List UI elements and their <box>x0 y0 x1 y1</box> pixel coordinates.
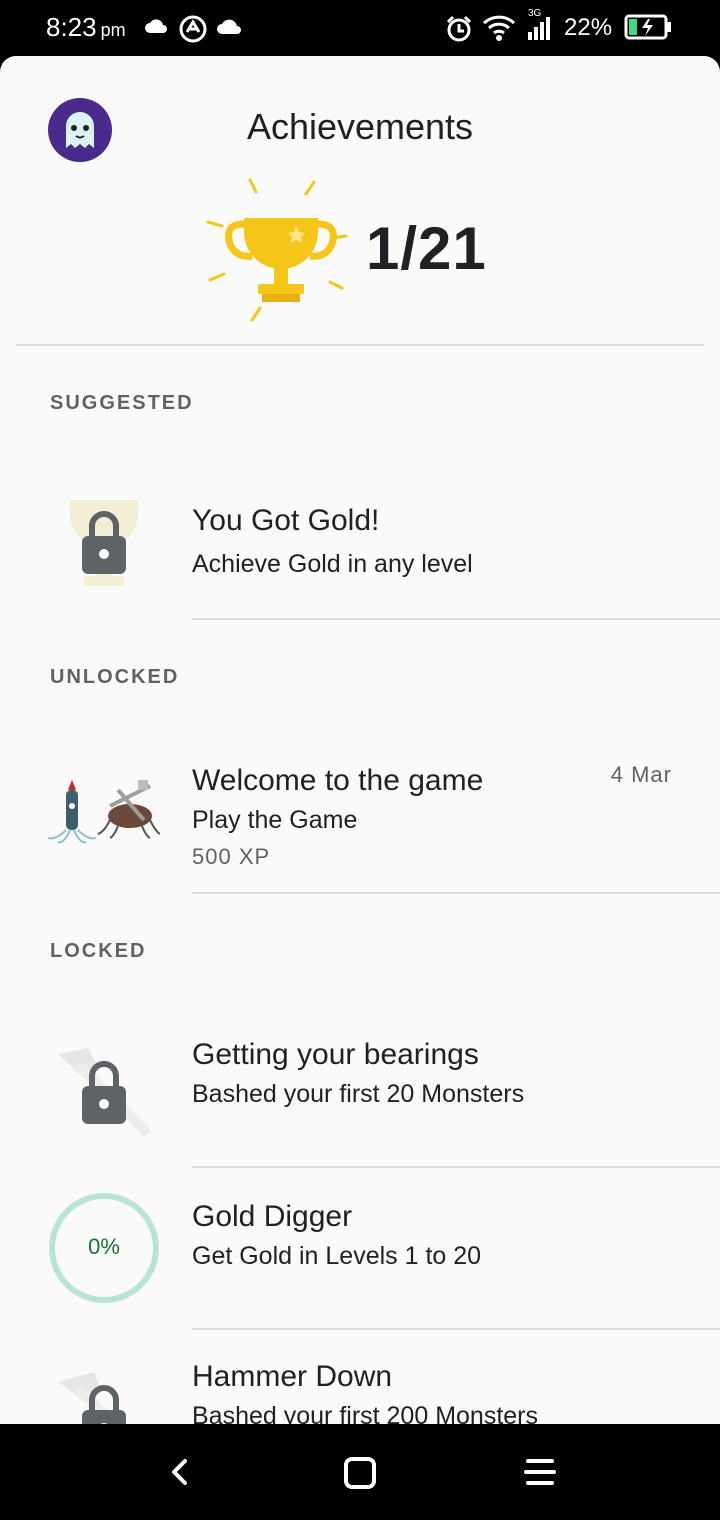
navigation-bar <box>0 1424 720 1520</box>
achievement-hammer-down[interactable]: Hammer Down Bashed your first 200 Monste… <box>0 1346 720 1424</box>
achievement-title: Gold Digger <box>192 1200 353 1233</box>
achievement-title: Welcome to the game <box>192 764 484 797</box>
item-divider <box>192 1328 720 1330</box>
section-locked: LOCKED <box>50 940 147 962</box>
achievement-desc: Bashed your first 20 Monsters <box>192 1080 525 1108</box>
lock-icon <box>58 1048 152 1138</box>
signal-icon <box>528 17 550 40</box>
achievement-bearings[interactable]: Getting your bearings Bashed your first … <box>0 1022 720 1166</box>
achievement-gold-digger[interactable]: 0% Gold Digger Get Gold in Levels 1 to 2… <box>0 1184 720 1328</box>
achievement-count: 1/21 <box>366 215 487 282</box>
item-divider <box>192 618 720 620</box>
achievement-title: You Got Gold! <box>192 504 380 537</box>
section-suggested: SUGGESTED <box>50 392 194 414</box>
monsters-icon <box>48 780 160 844</box>
lock-icon <box>58 1372 126 1424</box>
at-sign-icon <box>179 15 207 43</box>
alarm-icon <box>446 15 472 42</box>
achievement-title: Getting your bearings <box>192 1038 479 1071</box>
wifi-icon <box>482 15 516 41</box>
trophy-icon <box>206 178 348 322</box>
battery-percent: 22% <box>564 14 613 41</box>
achievement-xp: 500 XP <box>192 844 271 869</box>
achievement-welcome[interactable]: Welcome to the game 4 Mar Play the Game … <box>0 746 720 894</box>
header-divider <box>16 344 704 346</box>
achievement-desc: Achieve Gold in any level <box>192 550 473 578</box>
achievement-you-got-gold[interactable]: You Got Gold! Achieve Gold in any level <box>0 476 720 624</box>
home-icon[interactable] <box>342 1455 378 1491</box>
achievements-sheet: Achievements 1/21 SUGGESTED You Got Gold… <box>0 56 720 1424</box>
item-divider <box>192 892 720 894</box>
achievement-title: Hammer Down <box>192 1360 393 1393</box>
status-time: 8:23 pm <box>46 12 126 42</box>
cloud-icon <box>145 19 167 33</box>
item-divider <box>192 1166 720 1168</box>
achievement-desc: Play the Game <box>192 806 358 834</box>
battery-icon <box>624 14 671 40</box>
achievement-date: 4 Mar <box>610 762 672 787</box>
achievement-desc: Get Gold in Levels 1 to 20 <box>192 1242 482 1270</box>
page-title: Achievements <box>246 106 474 147</box>
section-unlocked: UNLOCKED <box>50 666 180 688</box>
back-icon[interactable] <box>164 1456 196 1488</box>
achievement-desc: Bashed your first 200 Monsters <box>192 1402 538 1424</box>
cloud-icon <box>217 19 241 34</box>
status-ampm: pm <box>100 20 126 40</box>
status-bar: 8:23 pm 3G 22% <box>0 0 720 58</box>
menu-icon[interactable] <box>522 1456 558 1488</box>
progress-label: 0% <box>88 1234 120 1259</box>
lock-icon <box>70 500 138 586</box>
